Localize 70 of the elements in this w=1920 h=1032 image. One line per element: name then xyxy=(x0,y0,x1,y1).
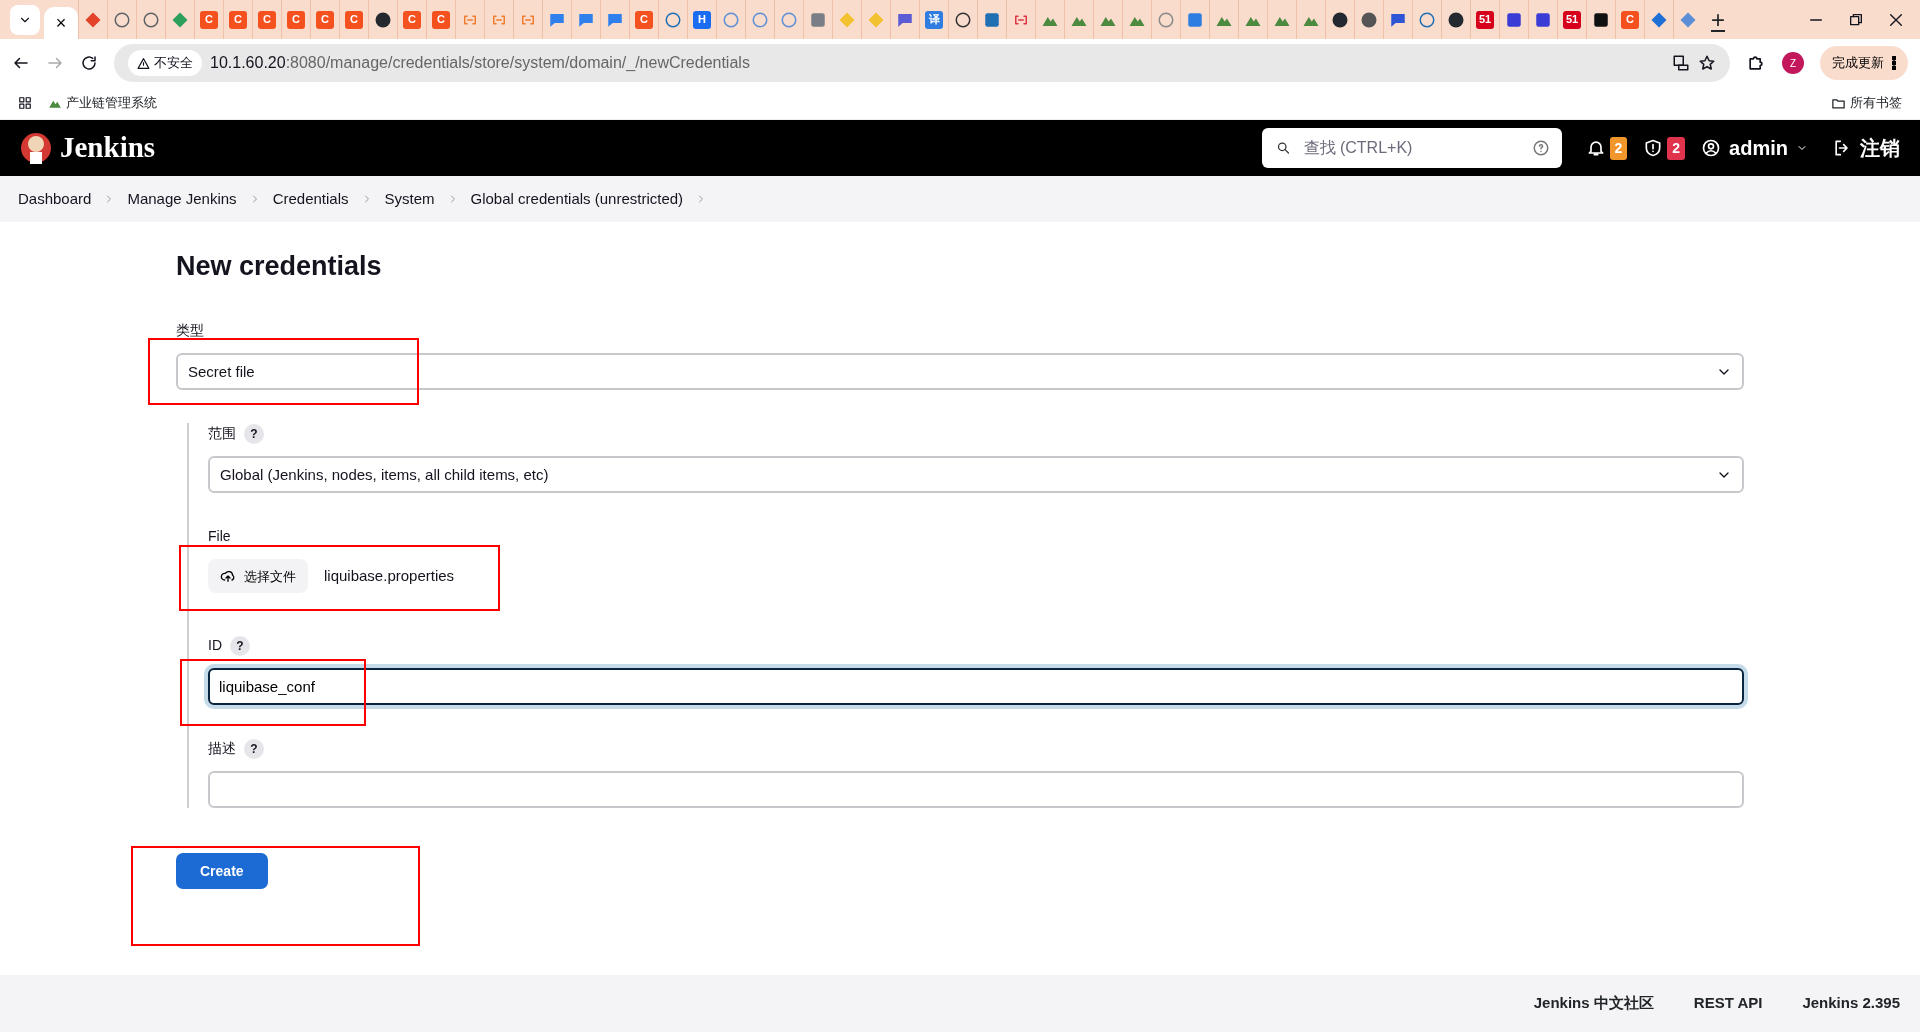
breadcrumb-link[interactable]: Manage Jenkins xyxy=(127,187,237,211)
breadcrumb-link[interactable]: System xyxy=(384,187,435,211)
create-button[interactable]: Create xyxy=(176,853,268,890)
circle-icon[interactable] xyxy=(1331,10,1349,29)
jenkins-logo-link[interactable]: Jenkins xyxy=(20,126,156,170)
translate-icon[interactable] xyxy=(1672,54,1690,72)
ring-icon[interactable] xyxy=(113,10,131,29)
field-label: 类型 xyxy=(176,321,204,341)
text-input[interactable]: liquibase_conf xyxy=(208,668,1744,706)
update-button[interactable]: 完成更新 xyxy=(1820,46,1908,80)
dropdown-select[interactable]: Global (Jenkins, nodes, items, all child items, etc) xyxy=(208,456,1744,494)
all-bookmarks-link[interactable]: 所有书签 xyxy=(1831,93,1902,113)
diamond-icon[interactable] xyxy=(1679,10,1697,29)
tab-favicon[interactable]: H xyxy=(693,10,711,29)
reload-icon[interactable] xyxy=(80,54,98,72)
help-circle-icon[interactable] xyxy=(1531,139,1550,157)
diamond-icon[interactable] xyxy=(171,10,189,29)
footer-link[interactable]: REST API xyxy=(1693,992,1763,1015)
circle-icon[interactable] xyxy=(1447,10,1465,29)
page-title: New credentials xyxy=(176,250,383,283)
warning-text: 不安全 xyxy=(154,54,193,73)
address-bar[interactable]: 不安全 10.1.60.20:8080/manage/credentials/store/system/domain/_/newCredentials xyxy=(114,44,1730,82)
logout-link[interactable]: 注销 xyxy=(1832,133,1900,163)
security-warning-chip[interactable]: 不安全 xyxy=(128,50,202,76)
url-text: 10.1.60.20:8080/manage/credentials/store/system/domain/_/newCredentials xyxy=(210,53,751,73)
tab-favicon[interactable]: 译 xyxy=(925,10,943,29)
help-button[interactable]: ? xyxy=(244,423,264,444)
user-menu[interactable]: admin xyxy=(1701,133,1808,163)
tab-favicon[interactable]: 51 xyxy=(1563,10,1581,29)
breadcrumb-link[interactable]: Global credentials (unrestricted) xyxy=(470,187,684,211)
shield-alert-icon xyxy=(1643,138,1664,158)
search-field[interactable]: 查找 (CTRL+K) xyxy=(1261,128,1562,168)
footer-link[interactable]: Jenkins 2.395 xyxy=(1802,992,1900,1015)
warning-triangle-icon xyxy=(137,56,150,70)
browser-tab[interactable]: × xyxy=(44,7,78,39)
breadcrumb-link[interactable]: Credentials xyxy=(272,187,349,211)
dropdown-select[interactable]: Secret file xyxy=(176,353,1744,391)
diamond-icon[interactable] xyxy=(1650,10,1668,29)
circle-icon[interactable] xyxy=(374,10,392,29)
text-input[interactable] xyxy=(208,771,1744,809)
footer-link[interactable]: Jenkins 中文社区 xyxy=(1533,992,1654,1015)
ring-icon[interactable] xyxy=(142,10,160,29)
circle-icon[interactable] xyxy=(1360,10,1378,29)
help-button[interactable]: ? xyxy=(230,635,250,656)
user-circle-icon xyxy=(1701,138,1722,158)
breadcrumb-link[interactable]: Dashboard xyxy=(18,187,92,211)
choose-file-button[interactable]: 选择文件 xyxy=(208,559,308,594)
butler-mascot-icon xyxy=(20,130,52,166)
cloud-upload-icon xyxy=(220,568,236,585)
ring-icon[interactable] xyxy=(954,10,972,29)
security-button[interactable]: 2 xyxy=(1643,136,1686,160)
field-label: 描述 xyxy=(208,739,236,759)
search-icon xyxy=(1275,140,1291,156)
square-icon[interactable] xyxy=(1592,10,1610,29)
field-label: ID xyxy=(208,636,222,656)
file-name: liquibase.properties xyxy=(324,566,455,587)
puzzle-icon[interactable] xyxy=(1746,53,1766,73)
help-button[interactable]: ? xyxy=(244,738,264,759)
diamond-icon[interactable] xyxy=(84,10,102,29)
new-tab-button[interactable]: + xyxy=(1710,0,1726,39)
star-icon[interactable] xyxy=(1698,54,1716,72)
restore-icon[interactable] xyxy=(1848,11,1864,28)
more-vertical-icon xyxy=(1892,56,1896,70)
close-icon[interactable] xyxy=(1888,11,1904,28)
bookmark-link[interactable]: 产业链管理系统 xyxy=(48,93,157,113)
profile-avatar[interactable]: Z xyxy=(1782,52,1804,74)
tab-favicon[interactable]: 51 xyxy=(1476,10,1494,29)
field-label: 范围 xyxy=(208,424,236,444)
apps-grid-icon[interactable] xyxy=(18,96,32,110)
field-label: File xyxy=(208,527,231,547)
